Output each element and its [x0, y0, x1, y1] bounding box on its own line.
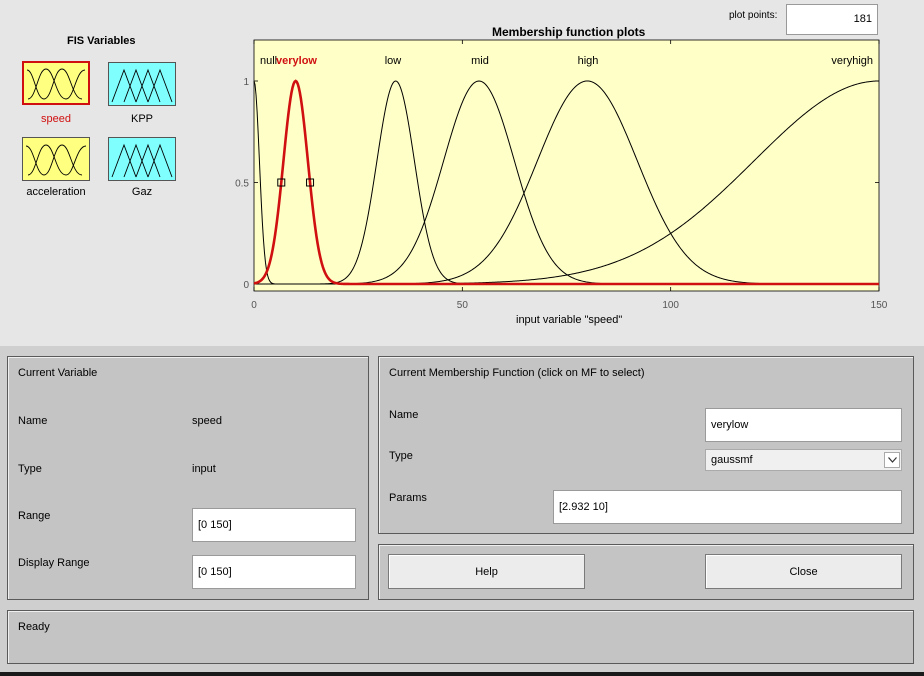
current-mf-title: Current Membership Function (click on MF…: [389, 367, 645, 379]
mf-params-label: Params: [389, 492, 427, 504]
x-tick-label: 100: [662, 300, 679, 311]
x-tick-label: 150: [871, 300, 888, 311]
help-button[interactable]: Help: [388, 554, 585, 589]
variable-type-value: input: [192, 463, 216, 475]
mf-label-veryhigh[interactable]: veryhigh: [831, 55, 873, 67]
current-variable-title: Current Variable: [18, 367, 98, 379]
chevron-down-icon: [884, 452, 900, 468]
x-tick-label: 50: [457, 300, 469, 311]
variable-name-label: Name: [18, 415, 48, 427]
mf-type-select[interactable]: gaussmf: [705, 449, 902, 471]
y-tick-label: 0.5: [235, 179, 249, 190]
mf-label-high[interactable]: high: [578, 55, 599, 67]
y-tick-label: 1: [243, 77, 249, 88]
mf-label-null[interactable]: null: [260, 55, 277, 67]
x-tick-label: 0: [251, 300, 257, 311]
top-area: FIS Variables speed KPP acceleration Gaz…: [0, 0, 924, 346]
membership-function-plot[interactable]: 0 50 100 150 0 0.5 1 nullverylow low mid high veryh…: [0, 0, 924, 346]
mf-label-mid[interactable]: mid: [471, 55, 489, 67]
close-button[interactable]: Close: [705, 554, 902, 589]
status-panel: Ready: [7, 610, 914, 664]
display-range-input[interactable]: [0 150]: [192, 555, 356, 589]
mf-name-input[interactable]: verylow: [705, 408, 902, 442]
current-mf-panel: Current Membership Function (click on MF…: [378, 356, 914, 534]
mf-params-input[interactable]: [2.932 10]: [553, 490, 902, 524]
variable-range-label: Range: [18, 510, 51, 522]
mf-label-low[interactable]: low: [385, 55, 402, 67]
current-variable-panel: Current Variable Name speed Type input R…: [7, 356, 369, 600]
display-range-label: Display Range: [18, 557, 90, 569]
x-axis-label: input variable "speed": [516, 314, 623, 326]
variable-name-value: speed: [192, 415, 222, 427]
y-tick-label: 0: [243, 280, 249, 291]
status-text: Ready: [18, 621, 50, 633]
mf-type-value: gaussmf: [711, 453, 753, 466]
plot-area: [253, 39, 880, 292]
buttons-panel: Help Close: [378, 544, 914, 600]
variable-range-input[interactable]: [0 150]: [192, 508, 356, 542]
mf-type-label: Type: [389, 450, 413, 462]
taskbar-strip: [0, 672, 924, 676]
mf-label-verylow[interactable]: verylow: [276, 55, 317, 67]
bottom-area: Current Variable Name speed Type input R…: [0, 346, 924, 676]
mf-name-label: Name: [389, 409, 419, 421]
variable-type-label: Type: [18, 463, 42, 475]
